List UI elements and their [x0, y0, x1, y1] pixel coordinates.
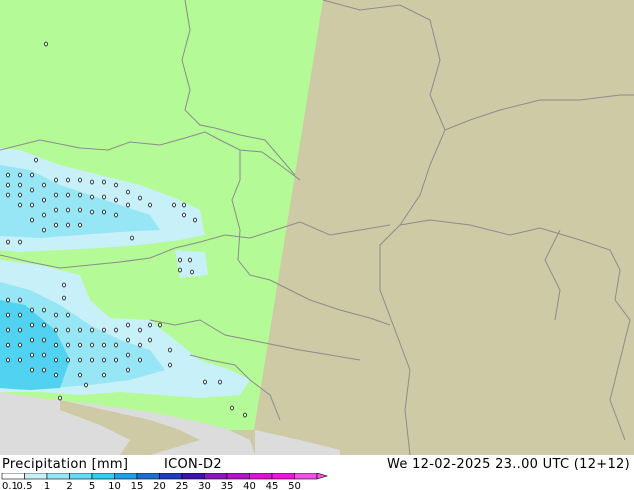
scale-tick-label: 30 — [198, 481, 211, 490]
scale-swatch — [181, 473, 205, 480]
scale-swatch — [1, 473, 25, 480]
scale-swatch — [136, 473, 160, 480]
scale-swatch — [271, 473, 295, 480]
scale-tick-label: 35 — [221, 481, 234, 490]
scale-swatch — [159, 473, 183, 480]
scale-swatch — [226, 473, 250, 480]
color-scale: 0.10.5 1 2 5 10 15 20 25 30 35 40 45 50 — [1, 473, 329, 490]
scale-swatch — [114, 473, 138, 480]
scale-swatch — [249, 473, 273, 480]
scale-swatch — [69, 473, 93, 480]
scale-arrow — [316, 473, 329, 480]
legend-bar: Precipitation [mm] ICON-D2 We 12-02-2025… — [0, 455, 634, 490]
scale-swatch — [91, 473, 115, 480]
scale-tick-label: 2 — [66, 481, 72, 490]
scale-swatch — [294, 473, 318, 480]
legend-title: Precipitation [mm] — [2, 457, 129, 472]
scale-tick-label: 0.1 — [2, 481, 18, 490]
scale-swatch — [24, 473, 48, 480]
legend-datetime: We 12-02-2025 23..00 UTC (12+12) — [386, 457, 630, 472]
map-canvas — [0, 0, 634, 455]
scale-tick-label: 0.5 — [17, 481, 33, 490]
scale-tick-label: 25 — [176, 481, 189, 490]
scale-tick-label: 5 — [89, 481, 95, 490]
scale-swatch — [204, 473, 228, 480]
scale-tick-label: 20 — [153, 481, 166, 490]
scale-tick-label: 10 — [108, 481, 121, 490]
scale-tick-label: 1 — [44, 481, 50, 490]
scale-swatch — [46, 473, 70, 480]
scale-tick-label: 15 — [131, 481, 144, 490]
scale-tick-label: 45 — [266, 481, 279, 490]
scale-tick-label: 50 — [288, 481, 301, 490]
precipitation-map[interactable] — [0, 0, 634, 455]
legend-model-name: ICON-D2 — [164, 457, 222, 472]
scale-tick-label: 40 — [243, 481, 256, 490]
